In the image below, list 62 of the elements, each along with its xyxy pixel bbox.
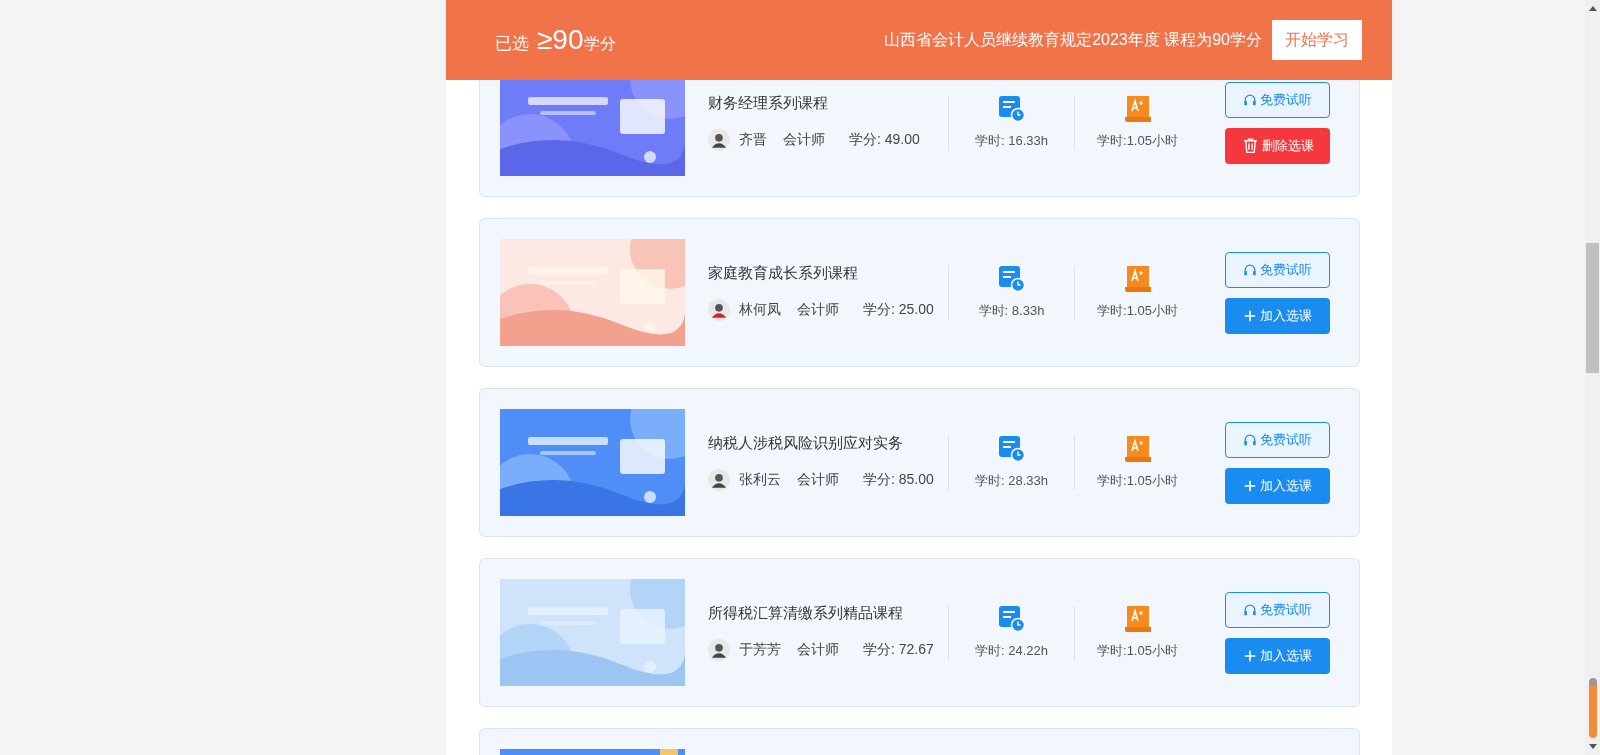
selected-label: 已选: [495, 33, 529, 55]
credit-threshold: ≥90: [537, 24, 584, 56]
teacher-title: 会计师: [797, 471, 839, 489]
plus-icon: [1243, 308, 1257, 323]
book-icon: [1124, 265, 1151, 292]
avatar-icon: [708, 469, 730, 491]
course-duration: 学时:1.05小时: [1097, 641, 1178, 660]
book-icon: [1124, 435, 1151, 462]
headphones-icon: [1243, 432, 1257, 447]
headphones-icon: [1243, 602, 1257, 617]
add-course-button[interactable]: 加入选课: [1225, 467, 1330, 504]
teacher-name: 于芳芳: [739, 641, 781, 659]
course-credit: 学分: 85.00: [863, 471, 934, 489]
teacher-title: 会计师: [797, 301, 839, 319]
book-icon: [1124, 605, 1151, 632]
teacher-name: 林何凤: [739, 301, 781, 319]
avatar-icon: [708, 639, 730, 661]
course-title[interactable]: 财务经理系列课程: [708, 94, 948, 113]
free-trial-button[interactable]: 免费试听: [1225, 251, 1330, 288]
study-hours: 学时: 16.33h: [975, 131, 1048, 150]
course-title[interactable]: 家庭教育成长系列课程: [708, 264, 948, 283]
book-icon: [1124, 95, 1151, 122]
teacher-name: 齐晋: [739, 131, 767, 149]
add-course-button[interactable]: 加入选课: [1225, 297, 1330, 334]
schedule-icon: [998, 605, 1025, 632]
headphones-icon: [1243, 262, 1257, 277]
teacher-name: 张利云: [739, 471, 781, 489]
teacher-title: 会计师: [797, 641, 839, 659]
course-credit: 学分: 72.67: [863, 641, 934, 659]
free-trial-button[interactable]: 免费试听: [1225, 591, 1330, 628]
course-duration: 学时:1.05小时: [1097, 471, 1178, 490]
course-title[interactable]: 所得税汇算清缴系列精品课程: [708, 604, 948, 623]
course-credit: 学分: 49.00: [849, 131, 920, 149]
remove-course-button[interactable]: 删除选课: [1225, 127, 1330, 164]
course-credit: 学分: 25.00: [863, 301, 934, 319]
plus-icon: [1243, 648, 1257, 663]
start-button[interactable]: 开始学习: [1272, 20, 1362, 60]
schedule-icon: [998, 265, 1025, 292]
notice-text: 山西省会计人员继续教育规定2023年度 课程为90学分: [884, 29, 1262, 50]
scroll-up-icon[interactable]: [1588, 6, 1597, 11]
credit-unit: 学分: [583, 35, 616, 54]
course-title[interactable]: 纳税人涉税风险识别应对实务: [708, 434, 948, 453]
scroll-down-icon[interactable]: [1588, 744, 1597, 749]
free-trial-button[interactable]: 免费试听: [1225, 421, 1330, 458]
study-hours: 学时: 8.33h: [978, 301, 1045, 320]
avatar-icon: [708, 299, 730, 321]
teacher-title: 会计师: [783, 131, 825, 149]
free-trial-button[interactable]: 免费试听: [1225, 81, 1330, 118]
study-hours: 学时: 24.22h: [975, 641, 1048, 660]
scrollbar[interactable]: [1585, 0, 1600, 755]
scroll-thumb[interactable]: [1586, 243, 1599, 373]
course-duration: 学时:1.05小时: [1097, 131, 1178, 150]
trash-icon: [1241, 137, 1259, 154]
add-course-button[interactable]: 加入选课: [1225, 637, 1330, 674]
schedule-icon: [998, 95, 1025, 122]
course-duration: 学时:1.05小时: [1097, 301, 1178, 320]
study-hours: 学时: 28.33h: [975, 471, 1048, 490]
floating-widget-tab[interactable]: [1588, 678, 1597, 738]
avatar-icon: [708, 129, 730, 151]
schedule-icon: [998, 435, 1025, 462]
plus-icon: [1243, 478, 1257, 493]
headphones-icon: [1243, 92, 1257, 107]
